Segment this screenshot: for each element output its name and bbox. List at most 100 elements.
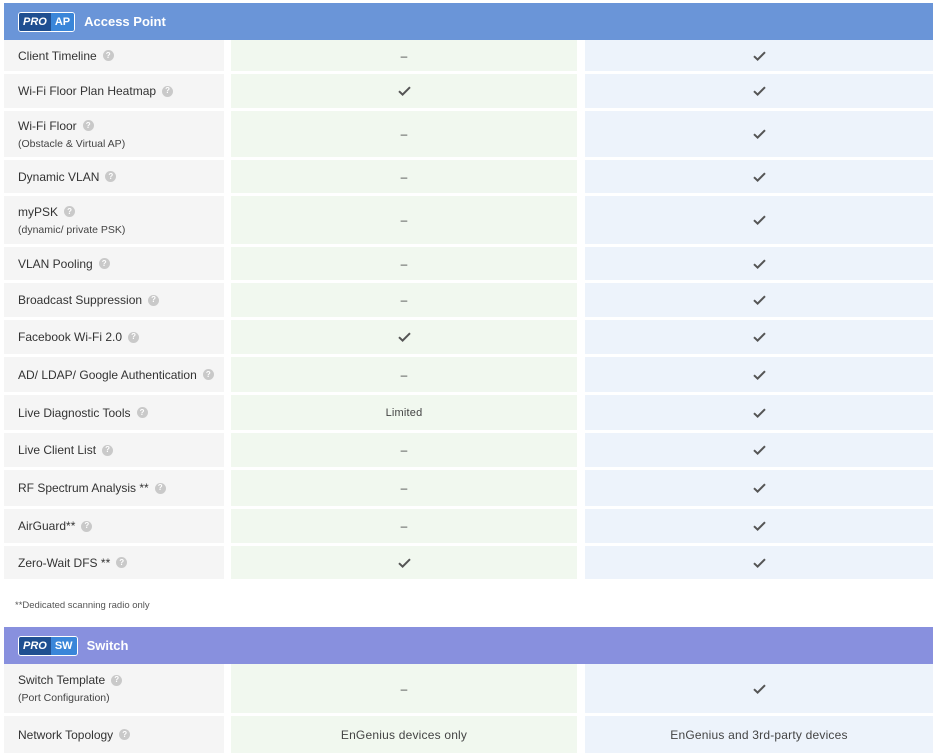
help-icon[interactable]: ? [202,369,214,380]
feature-label: Client Timeline [18,48,97,63]
help-icon[interactable]: ? [102,50,114,61]
pro-plan-cell [585,395,933,430]
check-icon [397,86,411,96]
feature-row: VLAN Pooling? – [4,247,933,283]
help-icon[interactable]: ? [116,557,128,568]
check-icon [752,407,766,418]
help-icon[interactable]: ? [111,674,123,686]
pro-plan-cell [585,433,933,467]
feature-name-cell: Network Topology? [4,716,224,753]
feature-row: Dynamic VLAN? – [4,160,933,196]
feature-row: Switch Template? (Port Configuration) – [4,664,933,716]
feature-name-cell: Broadcast Suppression? [4,283,224,317]
standard-plan-cell: – [231,283,577,317]
not-available-dash: – [400,681,408,696]
pro-plan-cell [585,111,933,157]
feature-row: myPSK? (dynamic/ private PSK) – [4,196,933,247]
feature-sublabel: (dynamic/ private PSK) [18,223,126,236]
feature-row: Client Timeline? – [4,40,933,74]
not-available-dash: – [400,213,408,227]
feature-row: Wi-Fi Floor Plan Heatmap? [4,74,933,111]
help-icon[interactable]: ? [81,520,93,532]
standard-plan-cell: – [231,111,577,157]
check-icon [752,557,766,568]
help-icon[interactable]: ? [105,171,117,182]
feature-name-cell: Switch Template? (Port Configuration) [4,664,224,713]
feature-row: AirGuard**? – [4,509,933,546]
feature-row: Broadcast Suppression? – [4,283,933,320]
feature-label: RF Spectrum Analysis ** [18,481,149,495]
standard-plan-cell: – [231,160,577,193]
check-icon [397,557,411,568]
access-point-section-header: PRO AP Access Point [4,3,933,40]
feature-name-cell: Live Diagnostic Tools? [4,395,224,430]
feature-row: RF Spectrum Analysis **? – [4,470,933,509]
help-icon[interactable]: ? [154,482,166,494]
feature-label: Live Client List [18,443,97,457]
pro-plan-cell [585,470,933,506]
feature-name-cell: Dynamic VLAN? [4,160,224,193]
help-icon[interactable]: ? [162,85,174,97]
feature-value-text: EnGenius and 3rd-party devices [670,727,848,742]
access-point-feature-table: Client Timeline? – Wi-Fi Floor Plan Heatma… [4,40,933,582]
feature-row: Live Diagnostic Tools? Limited [4,395,933,433]
feature-label: Facebook Wi-Fi 2.0 [18,330,123,344]
access-point-title: Access Point [84,14,166,29]
help-icon[interactable]: ? [82,120,94,131]
pro-plan-cell [585,664,933,713]
feature-label: Network Topology [18,727,114,742]
check-icon [752,258,766,269]
pro-plan-cell [585,509,933,543]
feature-name-cell: Live Client List? [4,433,224,467]
check-icon [752,332,766,342]
feature-name-cell: Client Timeline? [4,40,224,71]
check-icon [752,50,766,61]
pro-plan-cell [585,283,933,317]
pro-plan-cell [585,546,933,579]
badge-pro-label: PRO [19,12,51,31]
standard-plan-cell: – [231,247,577,280]
feature-label: myPSK [18,204,59,219]
check-icon [752,129,766,139]
help-icon[interactable]: ? [119,729,131,740]
standard-plan-cell: – [231,470,577,506]
pro-sw-badge: PRO SW [18,635,78,656]
badge-pro-label: PRO [19,636,51,655]
standard-plan-cell [231,546,577,579]
check-icon [752,215,766,225]
pro-plan-cell [585,320,933,354]
feature-row: Facebook Wi-Fi 2.0? [4,320,933,357]
help-icon[interactable]: ? [148,294,160,306]
feature-label: AD/ LDAP/ Google Authentication [18,367,197,382]
feature-label: Broadcast Suppression [18,293,143,307]
pro-plan-cell [585,196,933,244]
help-icon[interactable]: ? [128,331,140,343]
feature-name-cell: AD/ LDAP/ Google Authentication? [4,357,224,392]
not-available-dash: – [400,169,408,184]
feature-name-cell: Wi-Fi Floor Plan Heatmap? [4,74,224,108]
standard-plan-cell: EnGenius devices only [231,716,577,753]
switch-feature-table: Switch Template? (Port Configuration) – Net… [4,664,933,754]
feature-label: Zero-Wait DFS ** [18,555,111,570]
pro-plan-cell [585,357,933,392]
not-available-dash: – [400,481,408,495]
pro-plan-cell [585,247,933,280]
help-icon[interactable]: ? [102,444,114,456]
help-icon[interactable]: ? [136,407,148,418]
help-icon[interactable]: ? [64,206,76,217]
pro-plan-cell [585,160,933,193]
standard-plan-cell: – [231,433,577,467]
pro-plan-cell: EnGenius and 3rd-party devices [585,716,933,753]
feature-row: AD/ LDAP/ Google Authentication? – [4,357,933,395]
feature-name-cell: VLAN Pooling? [4,247,224,280]
standard-plan-cell: – [231,509,577,543]
feature-row: Zero-Wait DFS **? [4,546,933,582]
not-available-dash: – [400,256,408,271]
help-icon[interactable]: ? [98,258,110,269]
feature-label: Wi-Fi Floor [18,118,77,133]
feature-name-cell: Zero-Wait DFS **? [4,546,224,579]
feature-name-cell: RF Spectrum Analysis **? [4,470,224,506]
standard-plan-cell: – [231,664,577,713]
feature-label: Dynamic VLAN [18,169,100,184]
standard-plan-cell: – [231,196,577,244]
